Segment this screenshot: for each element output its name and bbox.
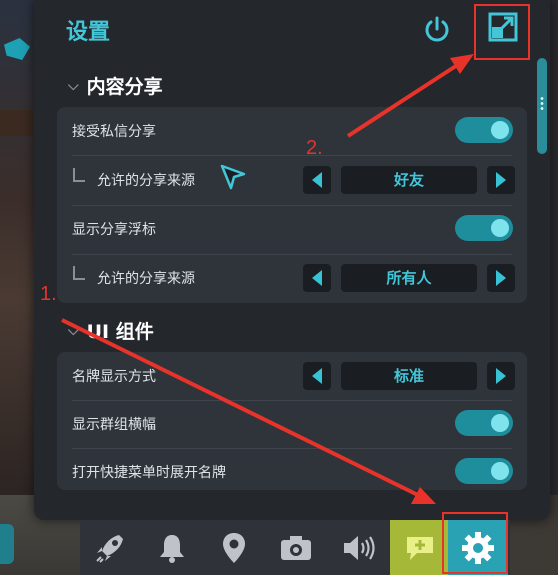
camera-icon (281, 535, 311, 560)
bell-icon (160, 534, 184, 563)
toggle-knob (491, 462, 509, 480)
row-show-group-banner: 显示群组横幅 (57, 400, 527, 448)
nameplate-mode-selector: 标准 (303, 362, 515, 390)
panel-title: 设置 (66, 20, 111, 45)
selector-prev-button[interactable] (303, 166, 331, 194)
toggle-knob (491, 414, 509, 432)
selector-value: 所有人 (341, 264, 477, 292)
row-label: 名牌显示方式 (72, 369, 156, 385)
show-share-float-toggle[interactable] (455, 215, 513, 241)
map-pin-icon (223, 532, 245, 563)
background-wall (0, 0, 34, 500)
speaker-icon (344, 535, 375, 560)
row-expand-nameplate: 打开快捷菜单时展开名牌 (57, 448, 527, 496)
row-label: 显示分享浮标 (72, 222, 156, 238)
arrow-right-icon (496, 172, 506, 188)
annotation-step-2: 2. (306, 137, 323, 159)
selector-prev-button[interactable] (303, 362, 331, 390)
rocket-icon (96, 534, 123, 563)
power-button[interactable] (422, 14, 452, 44)
row-label: 显示群组横幅 (72, 417, 156, 433)
content-share-group: 接受私信分享 允许的分享来源 好友 显示分享浮标 允许的分享来源 所有人 (57, 107, 527, 303)
row-label: 打开快捷菜单时展开名牌 (72, 465, 226, 481)
background-shelf (0, 110, 34, 136)
power-icon (425, 16, 449, 42)
selector-value: 标准 (341, 362, 477, 390)
row-label: 允许的分享来源 (97, 271, 195, 287)
cursor-icon (220, 164, 246, 190)
selector-next-button[interactable] (487, 362, 515, 390)
annotation-step-1: 1. (40, 283, 57, 305)
row-allowed-source-1: 允许的分享来源 好友 (57, 156, 527, 204)
allowed-source-selector-2: 所有人 (303, 264, 515, 292)
annotation-box-settings (442, 512, 508, 574)
row-accept-private-share: 接受私信分享 (57, 107, 527, 155)
camera-button[interactable] (266, 520, 326, 575)
location-button[interactable] (204, 520, 264, 575)
arrow-left-icon (312, 172, 322, 188)
selector-value: 好友 (341, 166, 477, 194)
allowed-source-selector-1: 好友 (303, 166, 515, 194)
row-label: 接受私信分享 (72, 124, 156, 140)
arrow-right-icon (496, 368, 506, 384)
row-show-share-float: 显示分享浮标 (57, 205, 527, 253)
chat-plus-icon (407, 536, 433, 560)
arrow-right-icon (496, 270, 506, 286)
ui-widgets-group: 名牌显示方式 标准 显示群组横幅 打开快捷菜单时展开名牌 (57, 352, 527, 490)
chevron-down-icon: ⌵ (68, 322, 79, 339)
notifications-button[interactable] (142, 520, 202, 575)
chevron-down-icon: ⌵ (68, 77, 79, 94)
side-tab[interactable] (0, 524, 14, 564)
settings-panel: 设置 ⌵ 内容分享 接受私信分享 允许的分享来源 好友 显示分享浮标 允许的分享… (34, 0, 550, 520)
sub-item-icon (73, 168, 85, 182)
audio-button[interactable] (328, 520, 388, 575)
toggle-knob (491, 219, 509, 237)
section-header-ui-widgets[interactable]: ⌵ UI 组件 (68, 317, 154, 344)
selector-prev-button[interactable] (303, 264, 331, 292)
sub-item-icon (73, 266, 85, 280)
section-header-content-share[interactable]: ⌵ 内容分享 (68, 72, 163, 99)
toggle-knob (491, 121, 509, 139)
accept-private-share-toggle[interactable] (455, 117, 513, 143)
row-allowed-source-2: 允许的分享来源 所有人 (57, 254, 527, 302)
row-label: 允许的分享来源 (97, 173, 195, 189)
selector-next-button[interactable] (487, 264, 515, 292)
show-group-banner-toggle[interactable] (455, 410, 513, 436)
section-title: UI 组件 (86, 321, 154, 343)
row-nameplate-mode: 名牌显示方式 标准 (57, 352, 527, 400)
arrow-left-icon (312, 368, 322, 384)
scrollbar-grip-icon (539, 96, 545, 112)
arrow-left-icon (312, 270, 322, 286)
chat-button[interactable] (390, 520, 450, 575)
section-title: 内容分享 (86, 76, 163, 98)
annotation-box-expand (474, 4, 530, 60)
selector-next-button[interactable] (487, 166, 515, 194)
expand-nameplate-toggle[interactable] (455, 458, 513, 484)
launch-button[interactable] (80, 520, 140, 575)
